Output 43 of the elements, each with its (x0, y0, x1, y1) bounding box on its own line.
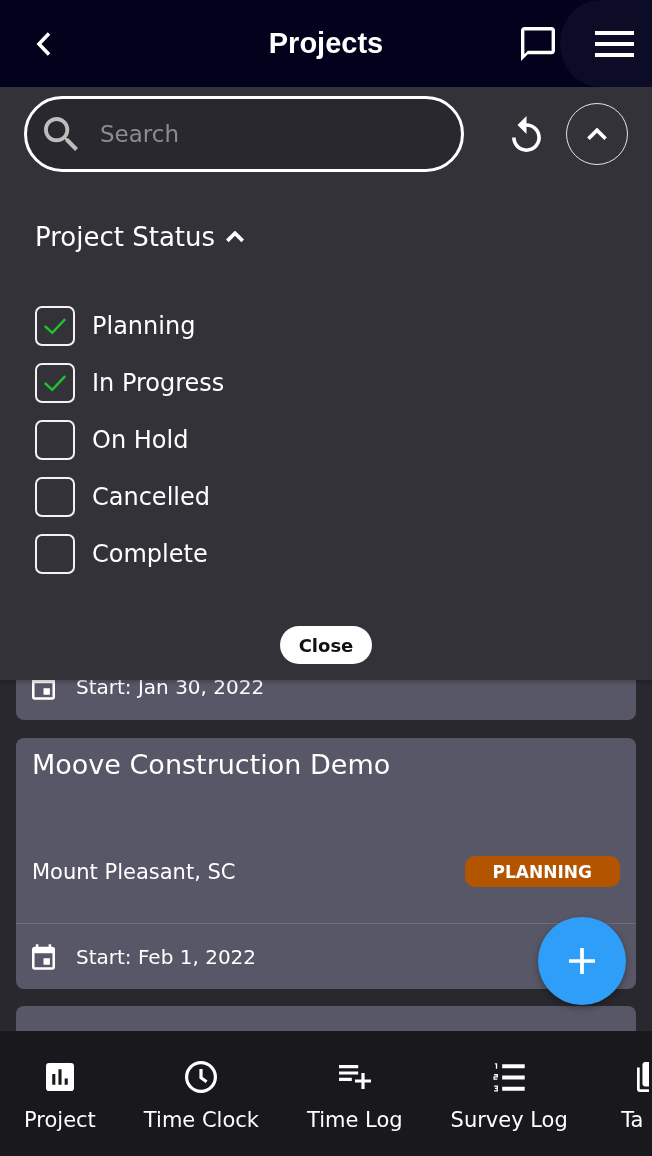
project-title: Moove Construction Demo (32, 748, 392, 782)
clock-icon (185, 1061, 218, 1093)
checkbox[interactable] (35, 305, 75, 346)
checkbox[interactable] (35, 476, 75, 517)
bar-chart-icon (45, 1063, 74, 1091)
checkbox-label[interactable]: Complete (92, 538, 208, 569)
nav-tab[interactable]: Time Clock (119, 1031, 283, 1156)
chat-bubble-icon (521, 26, 555, 61)
menu-button[interactable] (560, 0, 652, 87)
checkbox-label[interactable]: Planning (92, 310, 196, 341)
search-input[interactable]: Search (100, 118, 441, 150)
start-date: Start: Jan 30, 2022 (76, 674, 265, 700)
check-icon (43, 316, 67, 335)
menu-icon (595, 30, 634, 57)
plus-icon (569, 948, 595, 974)
stacked-squares-icon (636, 1062, 649, 1092)
numbered-list-icon (493, 1062, 526, 1092)
checkbox-label[interactable]: In Progress (92, 367, 225, 398)
refresh-icon (512, 116, 541, 152)
section-toggle[interactable]: Project Status (35, 213, 245, 261)
search-field[interactable]: Search (24, 96, 464, 172)
checkbox-label[interactable]: Cancelled (92, 481, 210, 512)
nav-tab[interactable]: Ta (591, 1031, 652, 1156)
close-button[interactable]: Close (279, 626, 373, 664)
calendar-icon (32, 943, 55, 970)
start-date: Start: Feb 1, 2022 (76, 943, 257, 970)
nav-tab[interactable]: Project (0, 1031, 120, 1156)
project-location: Mount Pleasant, SC (32, 858, 236, 886)
chevron-icon (226, 231, 245, 243)
checkbox-label[interactable]: On Hold (92, 424, 189, 455)
checkbox[interactable] (35, 419, 75, 460)
project-card[interactable]: Moove Construction Demo Mount Pleasant, SC PLANNING Start: Feb 1, 2022 (16, 738, 636, 989)
status-badge: PLANNING (464, 856, 620, 887)
nav-tab[interactable]: Survey Log (426, 1031, 592, 1156)
list-plus-icon (338, 1065, 371, 1089)
check-icon (43, 373, 67, 392)
checkbox[interactable] (35, 533, 75, 574)
page-title: Projects (268, 27, 384, 60)
back-icon (36, 30, 52, 57)
checkbox[interactable] (35, 362, 75, 403)
nav-tab[interactable]: Time Log (283, 1031, 427, 1156)
chevron-icon (587, 127, 607, 141)
search-icon (44, 117, 78, 151)
